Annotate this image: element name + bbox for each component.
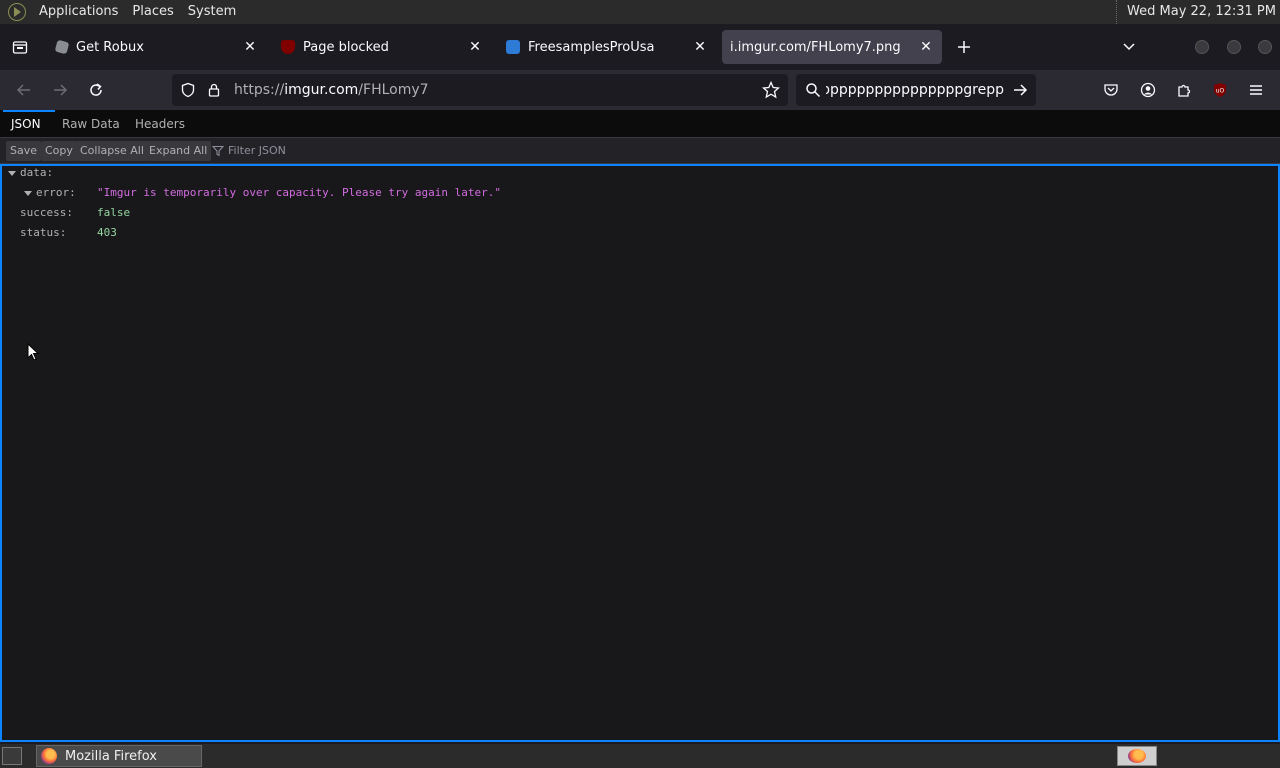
url-path: /FHLomy7 xyxy=(358,82,429,98)
forward-button[interactable] xyxy=(48,78,72,102)
tab-imgur[interactable]: i.imgur.com/FHLomy7.png ✕ xyxy=(722,30,942,64)
firefox-icon xyxy=(1128,749,1146,763)
minimize-button[interactable] xyxy=(1195,40,1209,54)
json-key-status: status: xyxy=(20,226,67,239)
taskbar-window-label: Mozilla Firefox xyxy=(65,748,157,764)
extensions-button[interactable] xyxy=(1172,78,1196,102)
filter-placeholder: Filter JSON xyxy=(228,144,286,157)
bookmark-star-icon[interactable] xyxy=(761,80,781,103)
close-tab-icon[interactable]: ✕ xyxy=(463,35,487,59)
json-row-data[interactable]: data: xyxy=(8,163,53,183)
reload-button[interactable] xyxy=(84,78,108,102)
pocket-icon xyxy=(1104,84,1118,96)
close-tab-icon[interactable]: ✕ xyxy=(688,35,712,59)
json-value-status: 403 xyxy=(97,226,117,239)
expand-all-button[interactable]: Expand All xyxy=(145,141,212,161)
roblox-icon xyxy=(54,39,70,55)
account-button[interactable] xyxy=(1136,78,1160,102)
site-icon xyxy=(506,40,520,54)
top-panel: Applications Places System Wed May 22, 1… xyxy=(0,0,1280,24)
copy-button[interactable]: Copy xyxy=(41,141,77,161)
filter-json-field[interactable]: Filter JSON xyxy=(212,141,286,161)
firefox-view-icon xyxy=(12,41,28,54)
firefox-view-button[interactable] xyxy=(0,24,40,70)
tab-freesamplesprousa[interactable]: FreesamplesProUsa ✕ xyxy=(498,30,716,64)
places-menu[interactable]: Places xyxy=(125,0,180,24)
search-icon xyxy=(805,82,821,102)
mouse-cursor-icon xyxy=(27,342,40,365)
account-icon xyxy=(1140,82,1156,98)
close-tab-icon[interactable]: ✕ xyxy=(914,35,938,59)
show-desktop-button[interactable] xyxy=(2,747,22,765)
viewer-tabs: JSON Raw Data Headers xyxy=(0,110,1280,138)
json-row-error[interactable]: error: xyxy=(24,183,76,203)
back-button[interactable] xyxy=(12,78,36,102)
ublock-icon xyxy=(281,40,295,54)
lock-icon[interactable] xyxy=(206,82,222,102)
plus-icon xyxy=(958,41,970,53)
search-go-icon[interactable] xyxy=(1012,82,1028,102)
close-tab-icon[interactable]: ✕ xyxy=(238,35,262,59)
url-host: imgur.com xyxy=(284,82,359,98)
main-menu: Applications Places System xyxy=(0,0,243,24)
tab-title: Get Robux xyxy=(76,39,144,55)
taskbar-firefox-window[interactable]: Mozilla Firefox xyxy=(36,745,202,767)
nav-bar: https://imgur.com/FHLomy7 pppppppppppppp… xyxy=(0,70,1280,110)
tracking-protection-shield-icon[interactable] xyxy=(180,82,196,102)
json-key: error: xyxy=(36,186,76,199)
url-bar[interactable]: https://imgur.com/FHLomy7 xyxy=(172,74,788,106)
bottom-panel: Mozilla Firefox xyxy=(0,744,1280,768)
tab-get-robux[interactable]: Get Robux ✕ xyxy=(48,30,266,64)
close-window-button[interactable] xyxy=(1258,40,1272,54)
tab-headers[interactable]: Headers xyxy=(127,110,193,138)
tab-page-blocked[interactable]: Page blocked ✕ xyxy=(273,30,491,64)
system-menu[interactable]: System xyxy=(181,0,243,24)
tab-raw-data[interactable]: Raw Data xyxy=(54,110,128,138)
json-value-error: "Imgur is temporarily over capacity. Ple… xyxy=(97,186,501,199)
filter-icon xyxy=(212,146,224,157)
json-value-success: false xyxy=(97,206,131,219)
json-panel: data: error: "Imgur is temporarily over … xyxy=(0,164,1280,742)
firefox-icon xyxy=(41,748,57,764)
list-all-tabs-button[interactable] xyxy=(1117,35,1141,59)
clock[interactable]: Wed May 22, 12:31 PM xyxy=(1116,0,1276,24)
maximize-button[interactable] xyxy=(1227,40,1241,54)
tab-title: FreesamplesProUsa xyxy=(528,39,655,55)
workspace-switcher[interactable] xyxy=(1117,746,1157,766)
collapse-all-button[interactable]: Collapse All xyxy=(76,141,148,161)
url-prefix: https:// xyxy=(234,82,285,98)
reload-icon xyxy=(90,83,102,96)
expand-toggle-icon[interactable] xyxy=(24,190,32,196)
json-key: data: xyxy=(20,166,54,179)
tab-json[interactable]: JSON xyxy=(3,110,55,138)
chevron-down-icon xyxy=(1123,43,1135,51)
ublock-button[interactable]: uO xyxy=(1208,78,1232,102)
tab-title: Page blocked xyxy=(303,39,389,55)
arrow-right-icon xyxy=(54,84,68,96)
search-input[interactable]: pppppppppppppppppppppgrepp xyxy=(826,74,1004,106)
expand-toggle-icon[interactable] xyxy=(8,170,16,176)
applications-menu[interactable]: Applications xyxy=(32,0,125,24)
svg-text:uO: uO xyxy=(1216,88,1225,95)
save-button[interactable]: Save xyxy=(6,141,42,161)
arrow-left-icon xyxy=(16,84,30,96)
url-text[interactable]: https://imgur.com/FHLomy7 xyxy=(234,74,429,106)
tab-title: i.imgur.com/FHLomy7.png xyxy=(730,39,901,55)
ublock-icon: uO xyxy=(1214,83,1226,97)
pocket-button[interactable] xyxy=(1099,78,1123,102)
json-toolbar: Save Copy Collapse All Expand All Filter… xyxy=(0,138,1280,164)
app-menu-button[interactable] xyxy=(1244,78,1268,102)
search-bar[interactable]: pppppppppppppppppppppgrepp xyxy=(796,74,1036,106)
hamburger-icon xyxy=(1250,85,1262,95)
json-key-success: success: xyxy=(20,206,73,219)
puzzle-icon xyxy=(1178,84,1191,97)
new-tab-button[interactable] xyxy=(952,35,976,59)
distro-logo-icon[interactable] xyxy=(8,3,26,21)
